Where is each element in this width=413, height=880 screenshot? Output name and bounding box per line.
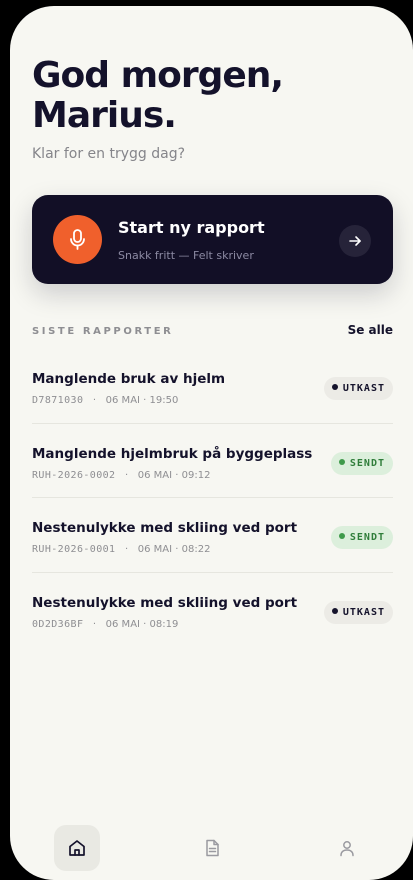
- report-id: D7871030: [32, 395, 84, 406]
- report-item[interactable]: Nestenulykke med skliing ved port 0D2D36…: [32, 573, 393, 648]
- meta-separator: ·: [125, 544, 129, 555]
- status-dot: [331, 384, 338, 390]
- report-meta: D7871030 · 06 MAI · 19:50: [32, 395, 178, 406]
- greeting-line-1: God morgen,: [32, 55, 284, 96]
- status-label: UTKAST: [342, 383, 385, 394]
- see-all-link[interactable]: Se alle: [348, 323, 393, 337]
- start-report-card[interactable]: Start ny rapport Snakk fritt — Felt skri…: [32, 195, 393, 284]
- report-time: 06 MAI · 09:12: [137, 469, 211, 481]
- greeting-subtitle: Klar for en trygg dag?: [32, 146, 186, 162]
- report-list: Manglende bruk av hjelm D7871030 · 06 MA…: [32, 349, 393, 647]
- meta-separator: ·: [125, 469, 129, 481]
- greeting-heading: God morgen, Marius.: [32, 56, 392, 136]
- report-time: 06 MAI · 19:50: [105, 395, 179, 406]
- report-meta: RUH-2026-0002 · 06 MAI · 09:12: [32, 470, 210, 481]
- report-title: Manglende hjelmbruk på byggeplass: [32, 445, 313, 462]
- status-badge: SENDT: [330, 451, 393, 475]
- report-item[interactable]: Manglende bruk av hjelm D7871030 · 06 MA…: [32, 349, 393, 424]
- report-meta: RUH-2026-0001 · 06 MAI · 08:22: [32, 544, 210, 555]
- report-id: RUH-2026-0002: [32, 469, 116, 481]
- start-report-subtitle: Snakk fritt — Felt skriver: [118, 249, 254, 262]
- profile-icon: [340, 841, 354, 857]
- recent-reports-label: SISTE RAPPORTER: [32, 326, 174, 337]
- report-item[interactable]: Manglende hjelmbruk på byggeplass RUH-20…: [32, 424, 393, 498]
- status-dot: [338, 458, 345, 465]
- status-label: SENDT: [349, 532, 385, 543]
- report-title: Nestenulykke med skliing ved port: [32, 594, 298, 611]
- bottom-tab-bar: [10, 820, 413, 880]
- report-meta: 0D2D36BF · 06 MAI · 08:19: [32, 619, 178, 630]
- report-title: Nestenulykke med skliing ved port: [32, 520, 298, 536]
- start-report-title: Start ny rapport: [118, 218, 265, 237]
- arrow-right-icon[interactable]: [339, 225, 371, 257]
- tab-home[interactable]: [54, 825, 100, 871]
- tab-profile[interactable]: [324, 825, 370, 871]
- report-id: 0D2D36BF: [32, 618, 84, 630]
- status-label: UTKAST: [342, 606, 385, 618]
- report-item[interactable]: Nestenulykke med skliing ved port RUH-20…: [32, 498, 393, 573]
- status-badge: SENDT: [330, 526, 393, 549]
- report-time: 06 MAI · 08:19: [105, 618, 179, 630]
- status-label: SENDT: [349, 457, 385, 469]
- app-screen: God morgen, Marius. Klar for en trygg da…: [10, 6, 413, 880]
- report-time: 06 MAI · 08:22: [137, 544, 211, 555]
- status-badge: UTKAST: [323, 600, 393, 624]
- report-id: RUH-2026-0001: [32, 544, 116, 555]
- document-icon: [206, 839, 219, 857]
- status-dot: [331, 607, 338, 614]
- greeting-name: Marius.: [32, 95, 177, 136]
- report-title: Manglende bruk av hjelm: [32, 371, 226, 387]
- meta-separator: ·: [92, 395, 97, 406]
- status-dot: [338, 533, 345, 539]
- microphone-icon: [53, 215, 102, 264]
- home-icon: [69, 840, 85, 856]
- tab-reports[interactable]: [189, 825, 235, 871]
- meta-separator: ·: [92, 618, 97, 630]
- status-badge: UTKAST: [323, 377, 393, 400]
